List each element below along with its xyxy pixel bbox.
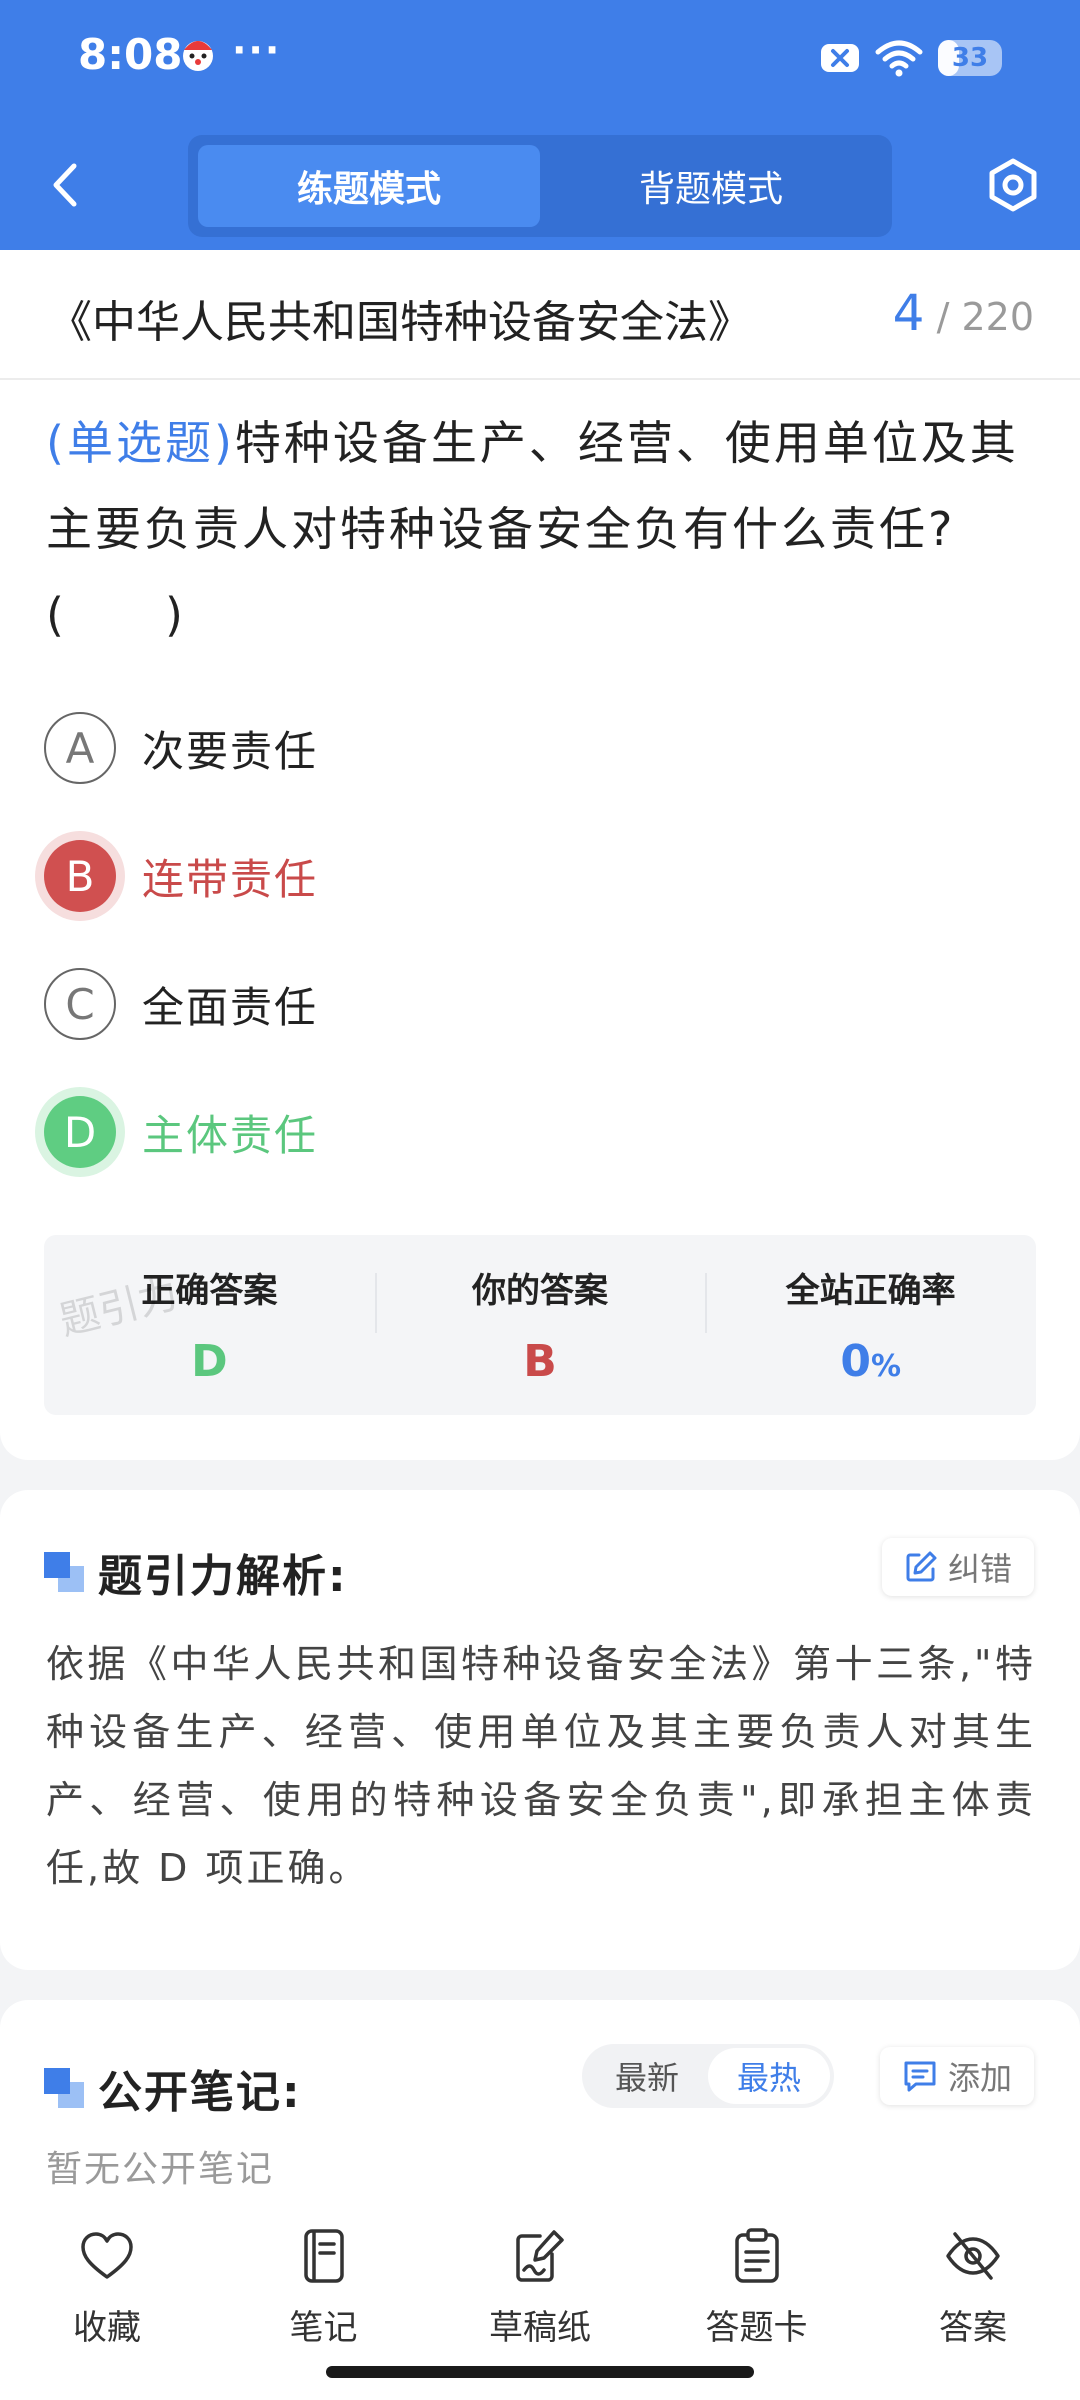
notebook-icon — [303, 2229, 344, 2283]
status-indicators: 33 — [820, 38, 1002, 78]
sort-hottest[interactable]: 最热 — [708, 2048, 830, 2104]
site-accuracy: 全站正确率 0% — [705, 1263, 1036, 1387]
option-letter: A — [44, 712, 116, 784]
option-a[interactable]: A 次要责任 — [44, 710, 318, 786]
your-answer-value: B — [523, 1336, 557, 1387]
section-squares-icon — [44, 2068, 84, 2108]
option-letter: C — [44, 968, 116, 1040]
notes-empty-text: 暂无公开笔记 — [46, 2149, 275, 2190]
battery-level: 33 — [951, 43, 989, 73]
nav-label: 收藏 — [73, 2308, 141, 2348]
nav-label: 答案 — [939, 2308, 1007, 2348]
chapter-title: 《中华人民共和国特种设备安全法》 — [48, 297, 752, 348]
tab-memorize-mode[interactable]: 背题模式 — [540, 145, 882, 227]
option-text: 次要责任 — [142, 726, 319, 776]
notes-sort-toggle: 最新 最热 — [582, 2044, 834, 2108]
question-type: (单选题) — [46, 416, 235, 470]
option-b[interactable]: B 连带责任 — [44, 838, 318, 914]
edit-icon — [906, 1551, 937, 1582]
battery-indicator: 33 — [938, 40, 1002, 76]
accuracy-number: 0 — [840, 1336, 871, 1387]
option-d[interactable]: D 主体责任 — [44, 1094, 318, 1170]
mode-switch: 练题模式 背题模式 — [188, 135, 892, 237]
screen-record-icon — [821, 44, 859, 72]
chapter-row: 《中华人民共和国特种设备安全法》 4 / 220 — [0, 250, 1080, 380]
settings-button[interactable] — [980, 152, 1046, 218]
option-text: 连带责任 — [142, 854, 319, 904]
report-error-button[interactable]: 纠错 — [881, 1538, 1034, 1596]
status-time: 8:08 — [78, 30, 183, 79]
question-card: 《中华人民共和国特种设备安全法》 4 / 220 (单选题)特种设备生产、经营、… — [0, 250, 1080, 1460]
status-more: ··· — [232, 28, 282, 72]
report-error-label: 纠错 — [947, 1550, 1012, 1588]
back-button[interactable] — [40, 155, 90, 215]
comment-icon — [904, 2061, 936, 2092]
nav-label: 答题卡 — [705, 2308, 808, 2348]
analysis-card: 题引力解析: 纠错 依据《中华人民共和国特种设备安全法》第十三条,"特种设备生产… — [0, 1490, 1080, 1970]
nav-favorite[interactable]: 收藏 — [22, 2210, 192, 2400]
status-bar: 8:08 ··· 33 — [0, 0, 1080, 118]
option-letter: B — [44, 840, 116, 912]
nav-label: 草稿纸 — [489, 2308, 591, 2348]
notification-app-icon — [183, 41, 213, 71]
answer-sheet-icon — [734, 2228, 779, 2283]
analysis-title: 题引力解析: — [98, 1551, 348, 1602]
heart-icon — [81, 2232, 133, 2279]
your-answer-label: 你的答案 — [472, 1271, 608, 1311]
progress-total: 220 — [961, 295, 1034, 339]
option-text: 主体责任 — [142, 1110, 319, 1160]
sort-newest[interactable]: 最新 — [586, 2048, 708, 2104]
analysis-header: 题引力解析: — [44, 1540, 348, 1604]
correct-answer: 正确答案 D — [44, 1263, 375, 1387]
option-text: 全面责任 — [142, 982, 319, 1032]
option-letter: D — [44, 1096, 116, 1168]
correct-answer-value: D — [191, 1336, 228, 1387]
site-accuracy-label: 全站正确率 — [785, 1271, 956, 1311]
wifi-icon — [875, 40, 923, 77]
your-answer: 你的答案 B — [374, 1263, 706, 1387]
nav-label: 笔记 — [289, 2308, 358, 2348]
question-progress: 4 / 220 — [893, 284, 1034, 342]
notes-header: 公开笔记: — [44, 2056, 302, 2120]
nav-answer[interactable]: 答案 — [888, 2210, 1058, 2400]
section-squares-icon — [44, 1552, 84, 1592]
accuracy-unit: % — [870, 1349, 902, 1384]
settings-hexagon-icon — [989, 158, 1037, 212]
analysis-text: 依据《中华人民共和国特种设备安全法》第十三条,"特种设备生产、经营、使用单位及其… — [46, 1642, 1036, 1890]
draft-icon — [516, 2230, 564, 2282]
correct-answer-label: 正确答案 — [141, 1271, 278, 1311]
site-accuracy-value: 0% — [705, 1336, 1036, 1387]
home-indicator[interactable] — [326, 2366, 754, 2378]
question-text: (单选题)特种设备生产、经营、使用单位及其主要负责人对特种设备安全负有什么责任?… — [46, 400, 1036, 658]
tab-practice-mode[interactable]: 练题模式 — [198, 145, 540, 227]
add-note-label: 添加 — [947, 2059, 1012, 2097]
add-note-button[interactable]: 添加 — [879, 2047, 1034, 2105]
option-c[interactable]: C 全面责任 — [44, 966, 318, 1042]
progress-separator: / — [936, 295, 950, 339]
answer-summary: 正确答案 D 你的答案 B 全站正确率 0% 题引力 — [44, 1235, 1036, 1415]
notes-title: 公开笔记: — [98, 2067, 302, 2118]
eye-off-icon — [946, 2232, 1000, 2280]
app-header: 8:08 ··· 33 练题模式 背题模式 — [0, 0, 1080, 250]
chevron-left-icon — [53, 163, 77, 207]
progress-current: 4 — [892, 284, 925, 342]
